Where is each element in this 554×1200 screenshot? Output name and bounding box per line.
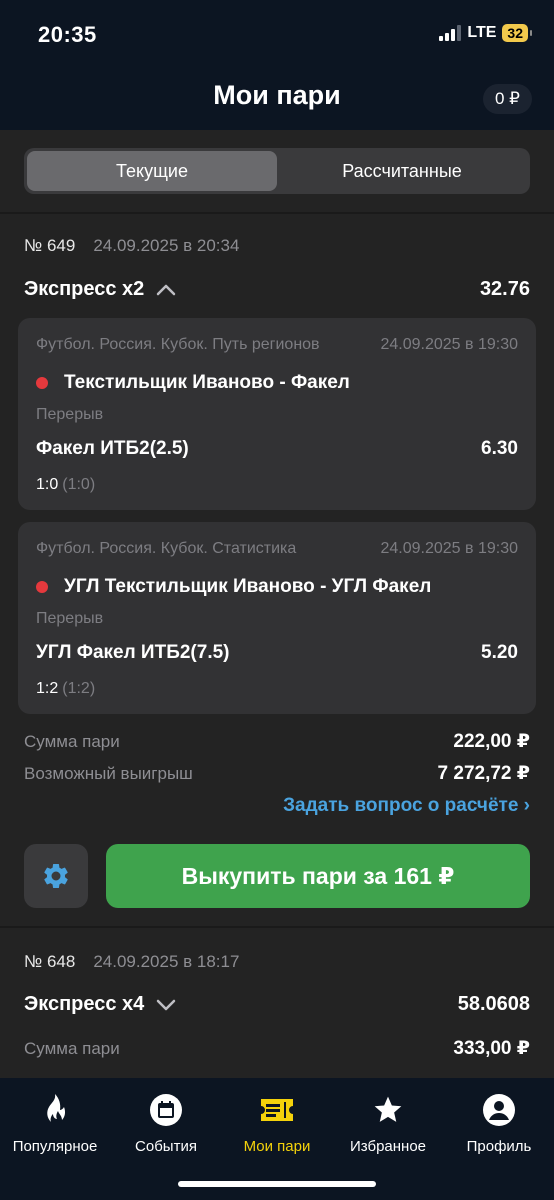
tabbar-label: Избранное — [349, 1138, 427, 1155]
status-time: 20:35 — [38, 22, 97, 47]
event-status: Перерыв — [36, 610, 104, 627]
event-teams-label: Текстильщик Иваново - Факел — [64, 372, 350, 393]
event-market: Факел ИТБ2(2.5) — [36, 438, 189, 459]
event-league: Футбол. Россия. Кубок. Статистика — [36, 540, 297, 557]
divider — [0, 212, 554, 214]
tabbar-item-events[interactable]: События — [111, 1090, 221, 1155]
bet-type: Экспресс х2 — [24, 278, 145, 300]
page-title: Мои пари — [213, 80, 341, 110]
gear-icon — [44, 863, 68, 888]
bet-type-toggle[interactable]: Экспресс х4 — [24, 993, 176, 1016]
bet-datetime: 24.09.2025 в 20:34 — [93, 236, 240, 255]
event-score: 1:2 (1:2) — [36, 680, 95, 698]
event-status: Перерыв — [36, 406, 104, 423]
event-odd: 6.30 — [481, 438, 518, 459]
tabbar-item-profile[interactable]: Профиль — [444, 1090, 554, 1155]
event-card[interactable]: Футбол. Россия. Кубок. Путь регионов 24.… — [18, 318, 536, 510]
event-teams-label: УГЛ Текстильщик Иваново - УГЛ Факел — [64, 576, 432, 597]
bet-type-toggle[interactable]: Экспресс х2 — [24, 278, 176, 301]
tabbar-item-popular[interactable]: Популярное — [0, 1090, 110, 1155]
event-teams: УГЛ Текстильщик Иваново - УГЛ Факел — [36, 576, 431, 598]
stake-value: 333,00 ₽ — [453, 1038, 530, 1059]
tab-current[interactable]: Текущие — [27, 151, 277, 191]
bet-meta: № 648 24.09.2025 в 18:17 — [24, 952, 239, 972]
app-header: 20:35 LTE 32 Мои пари 0 ₽ — [0, 0, 554, 130]
event-market: УГЛ Факел ИТБ2(7.5) — [36, 642, 230, 663]
event-teams: Текстильщик Иваново - Факел — [36, 372, 350, 394]
bets-filter-tabs: Текущие Рассчитанные — [24, 148, 530, 194]
bet-settings-button[interactable] — [24, 844, 88, 908]
event-league: Футбол. Россия. Кубок. Путь регионов — [36, 336, 320, 353]
profile-icon — [483, 1094, 515, 1126]
ask-question-link[interactable]: Задать вопрос о расчёте › — [283, 795, 530, 817]
stake-label: Сумма пари — [24, 1039, 120, 1058]
stake-label: Сумма пари — [24, 732, 120, 751]
bet-number: № 648 — [24, 952, 76, 971]
live-indicator-icon — [36, 377, 48, 389]
event-odd: 5.20 — [481, 642, 518, 663]
home-indicator[interactable] — [178, 1181, 376, 1187]
bet-coefficient: 58.0608 — [457, 993, 530, 1015]
event-card[interactable]: Футбол. Россия. Кубок. Статистика 24.09.… — [18, 522, 536, 714]
event-score-half: (1:0) — [62, 476, 96, 493]
bet-datetime: 24.09.2025 в 18:17 — [93, 952, 240, 971]
signal-icon — [439, 25, 462, 41]
bet-type: Экспресс х4 — [24, 993, 145, 1015]
flame-icon — [47, 1094, 66, 1122]
tabbar-label: Популярное — [12, 1138, 98, 1155]
possible-win-value: 7 272,72 ₽ — [437, 763, 530, 784]
ticket-icon — [261, 1099, 293, 1121]
stake-value: 222,00 ₽ — [453, 731, 530, 752]
calendar-icon — [150, 1094, 182, 1126]
star-icon — [374, 1096, 402, 1122]
bet-number: № 649 — [24, 236, 76, 255]
tabbar-item-favorites[interactable]: Избранное — [333, 1090, 443, 1155]
event-date: 24.09.2025 в 19:30 — [380, 336, 518, 353]
bet-meta: № 649 24.09.2025 в 20:34 — [24, 236, 239, 256]
chevron-up-icon — [157, 284, 176, 295]
divider — [0, 926, 554, 928]
event-score-main: 1:2 — [36, 680, 59, 697]
possible-win-label: Возможный выигрыш — [24, 764, 193, 783]
battery-icon: 32 — [502, 24, 532, 42]
balance-badge[interactable]: 0 ₽ — [483, 84, 532, 114]
cashout-button[interactable]: Выкупить пари за 161 ₽ — [106, 844, 530, 908]
live-indicator-icon — [36, 581, 48, 593]
tabbar-item-my-bets[interactable]: Мои пари — [222, 1090, 332, 1155]
event-score: 1:0 (1:0) — [36, 476, 95, 494]
tabbar-label: События — [135, 1138, 197, 1155]
network-label: LTE — [467, 24, 497, 41]
chevron-down-icon — [157, 999, 176, 1010]
event-date: 24.09.2025 в 19:30 — [380, 540, 518, 557]
status-indicators: LTE 32 — [439, 24, 532, 42]
event-score-half: (1:2) — [62, 680, 96, 697]
tab-settled[interactable]: Рассчитанные — [277, 151, 527, 191]
tabbar-label: Профиль — [466, 1138, 532, 1155]
event-score-main: 1:0 — [36, 476, 59, 493]
bet-coefficient: 32.76 — [479, 278, 530, 300]
tabbar-label: Мои пари — [243, 1138, 311, 1155]
